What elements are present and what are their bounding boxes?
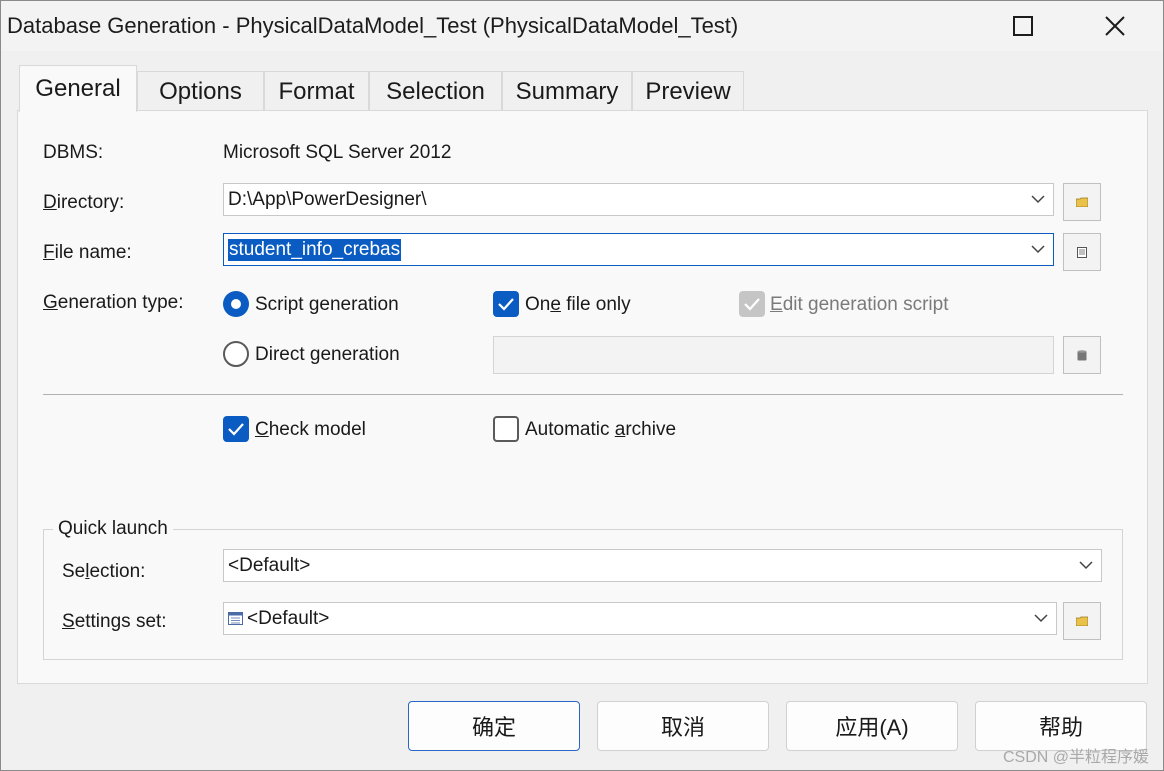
checkmark-icon [744,298,760,311]
one-file-only-label: One file only [525,294,631,315]
separator [43,394,1123,395]
browse-settings-button[interactable] [1063,602,1101,640]
directory-label: Directory: [43,192,125,213]
maximize-icon [1013,16,1033,36]
tab-format[interactable]: Format [264,71,369,111]
apply-button[interactable]: 应用(A) [786,701,958,751]
automatic-archive-label: Automatic archive [525,419,677,440]
tab-summary[interactable]: Summary [502,71,632,111]
direct-generation-label: Direct generation [255,344,400,365]
selection-value: <Default> [228,554,311,576]
settings-set-value: <Default> [247,607,330,629]
edit-generation-script-label: Edit generation script [770,294,949,315]
check-model-checkbox[interactable] [223,416,249,442]
chevron-down-icon [1031,195,1045,204]
tab-general[interactable]: General [19,65,137,112]
check-model-label: Check model [255,419,366,440]
connect-data-source-button[interactable] [1063,336,1101,374]
close-button[interactable] [1069,1,1161,51]
document-icon [1077,246,1087,258]
script-generation-label: Script generation [255,294,399,315]
checkmark-icon [498,298,514,311]
automatic-archive-checkbox[interactable] [493,416,519,442]
browse-directory-button[interactable] [1063,183,1101,221]
filename-value: student_info_crebas [228,238,402,261]
database-icon [1077,349,1087,360]
file-properties-button[interactable] [1063,233,1101,271]
filename-combo[interactable]: student_info_crebas [223,233,1054,266]
direct-generation-radio[interactable] [223,341,249,367]
settings-set-label: Settings set: [62,611,167,632]
cancel-button[interactable]: 取消 [597,701,769,751]
chevron-down-icon [1031,245,1045,254]
title-bar: Database Generation - PhysicalDataModel_… [1,1,1163,51]
maximize-button[interactable] [977,1,1069,51]
directory-combo[interactable]: D:\App\PowerDesigner\ [223,183,1054,216]
directory-value: D:\App\PowerDesigner\ [228,188,427,210]
database-generation-dialog: Database Generation - PhysicalDataModel_… [0,0,1164,771]
watermark: CSDN @半粒程序媛 [1002,749,1149,766]
folder-icon [1076,616,1088,626]
tab-selection[interactable]: Selection [369,71,502,111]
script-generation-radio[interactable] [223,291,249,317]
folder-icon [1076,197,1088,207]
checkmark-icon [228,423,244,436]
selection-combo[interactable]: <Default> [223,549,1102,582]
tab-preview[interactable]: Preview [632,71,744,111]
tab-options[interactable]: Options [137,71,264,111]
chevron-down-icon [1079,561,1093,570]
dbms-value: Microsoft SQL Server 2012 [223,142,452,163]
filename-label: File name: [43,242,132,263]
generation-type-label: Generation type: [43,292,184,313]
dbms-label: DBMS: [43,142,104,163]
quick-launch-title: Quick launch [53,518,173,540]
one-file-only-checkbox[interactable] [493,291,519,317]
edit-generation-script-checkbox[interactable] [739,291,765,317]
settings-set-icon [228,612,243,625]
settings-set-combo[interactable]: <Default> [223,602,1057,635]
ok-button[interactable]: 确定 [408,701,580,751]
data-source-field[interactable] [493,336,1054,374]
window-title: Database Generation - PhysicalDataModel_… [7,13,739,38]
selection-label: Selection: [62,561,146,582]
chevron-down-icon [1034,614,1048,623]
close-icon [1105,16,1125,36]
